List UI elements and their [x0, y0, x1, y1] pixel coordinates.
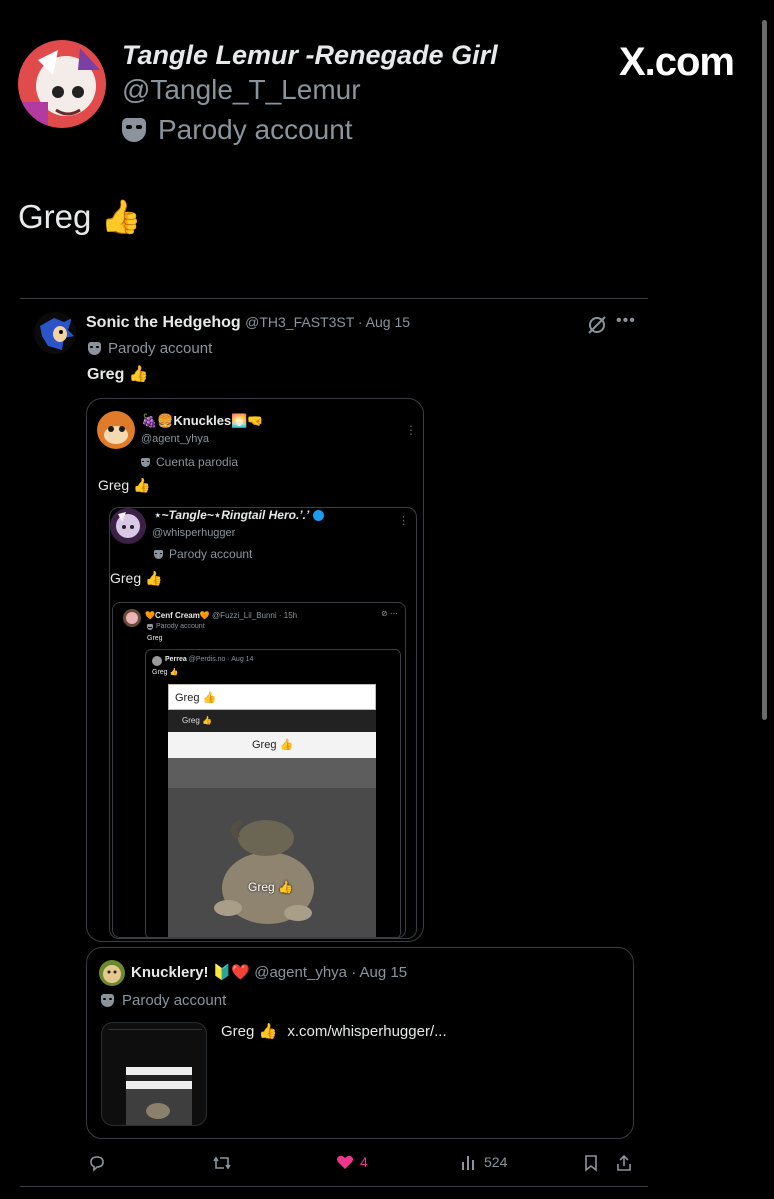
quoted-meta: @TH3_FAST3ST · Aug 15 — [245, 314, 411, 330]
thumb-photo — [126, 1089, 192, 1125]
nested4-card: Perrea @Perdis.no · Aug 14 Greg 👍 Greg 👍… — [145, 649, 401, 937]
more-icon[interactable]: ••• — [616, 312, 636, 330]
bottom-divider — [20, 1186, 648, 1187]
views-button[interactable]: 524 — [460, 1154, 507, 1170]
nested1-handle: @agent_yhya — [141, 433, 210, 445]
quoted-text: Greg 👍 — [87, 366, 149, 383]
nested3-name: 🧡Cenf Cream🧡 — [145, 611, 210, 620]
nested1-text: Greg 👍 — [98, 477, 151, 493]
lizard-photo — [168, 758, 376, 937]
bookmark-icon — [585, 1155, 597, 1172]
nested2-parody-text: Parody account — [169, 547, 253, 561]
heart-icon — [337, 1155, 353, 1169]
nested3-avatar — [123, 609, 141, 627]
meme-caption: Greg 👍 — [248, 880, 293, 894]
bookmark-button[interactable] — [584, 1154, 598, 1172]
nested1-avatar — [97, 411, 135, 449]
quoted-author-name[interactable]: Sonic the Hedgehog — [86, 314, 241, 331]
quoted-parody-text: Parody account — [108, 340, 213, 357]
reply-thumbnail[interactable] — [101, 1022, 207, 1126]
nested3-more-icon: ⊘ ⋯ — [381, 609, 398, 618]
x-logo: X.com — [618, 40, 735, 84]
repost-icon — [213, 1156, 231, 1170]
nested4-text: Greg 👍 — [152, 669, 179, 676]
reply-meta: @agent_yhya · Aug 15 — [254, 964, 408, 981]
thumb-bar-1 — [126, 1067, 192, 1075]
nested4-meta: @Perdis.no · Aug 14 — [188, 656, 254, 663]
nested3-text: Greg — [147, 635, 163, 642]
nested2-parody: Parody account — [154, 547, 252, 561]
parody-mask-icon — [154, 549, 163, 559]
reply-parody-text: Parody account — [122, 992, 227, 1009]
reply-link[interactable]: x.com/whisperhugger/... — [287, 1023, 446, 1040]
scrollbar[interactable] — [762, 20, 767, 720]
repost-button[interactable] — [212, 1154, 232, 1172]
quote-card[interactable]: Knucklery! 🔰❤️ @agent_yhya · Aug 15 Paro… — [86, 947, 634, 1139]
views-icon — [462, 1156, 474, 1170]
nested2-name-line: ⋆~Tangle~⋆Ringtail Hero.’.’ — [154, 508, 325, 522]
nested4-avatar — [152, 656, 162, 666]
post-text: Greg 👍 — [18, 198, 142, 235]
grok-icon[interactable] — [586, 314, 608, 336]
meme-bar-3-text: Greg 👍 — [252, 739, 294, 751]
nested4-name: Perrea — [165, 656, 187, 663]
parody-mask-icon — [88, 342, 101, 355]
nested3-parody: Parody account — [147, 623, 205, 630]
meme-bar-3: Greg 👍 — [168, 732, 376, 758]
parody-mask-icon — [141, 457, 150, 467]
nested2-text: Greg 👍 — [110, 570, 163, 586]
share-icon — [617, 1154, 631, 1171]
parody-label-text: Parody account — [158, 114, 353, 145]
meme-bar-1: Greg 👍 — [168, 684, 376, 710]
like-count: 4 — [360, 1154, 368, 1170]
verified-icon — [313, 509, 325, 521]
parody-mask-icon — [147, 623, 153, 630]
meme-bar-1-text: Greg 👍 — [175, 692, 217, 704]
nested3-meta: @Fuzzi_Lil_Bunni · 15h — [212, 611, 298, 620]
nested1-more-icon: ⋮ — [405, 423, 417, 437]
reply-author-name[interactable]: Knucklery! 🔰❤️ — [131, 964, 250, 981]
nested2-card: ⋆~Tangle~⋆Ringtail Hero.’.’ @whisperhugg… — [109, 507, 417, 939]
parody-mask-icon — [122, 118, 146, 142]
nested4-name-line: Perrea @Perdis.no · Aug 14 — [165, 656, 253, 663]
divider — [20, 298, 648, 299]
quoted-parody: Parody account — [88, 340, 212, 357]
parody-mask-icon — [101, 994, 114, 1007]
nested3-parody-text: Parody account — [156, 623, 205, 630]
reply-name-line: Knucklery! 🔰❤️ @agent_yhya · Aug 15 — [131, 963, 407, 981]
nested2-handle: @whisperhugger — [152, 527, 236, 539]
nested2-avatar — [110, 508, 146, 544]
nested1-name: 🍇🍔Knuckles🌅🤜 — [141, 413, 264, 428]
nested2-more-icon: ⋮ — [398, 515, 409, 527]
meme-image: Greg 👍 Greg 👍 Greg 👍 Greg 👍 — [168, 684, 376, 937]
reply-icon — [90, 1156, 104, 1172]
parody-label: Parody account — [122, 114, 353, 146]
author-avatar[interactable] — [18, 40, 106, 128]
like-button[interactable]: 4 — [336, 1154, 368, 1170]
thumb-line — [108, 1029, 202, 1030]
quoted-avatar[interactable] — [34, 312, 76, 354]
reply-button[interactable] — [88, 1154, 106, 1172]
reply-text-line: Greg 👍 x.com/whisperhugger/... — [221, 1022, 447, 1040]
nested3-card: 🧡Cenf Cream🧡 @Fuzzi_Lil_Bunni · 15h ⊘ ⋯ … — [112, 602, 406, 938]
nested2-name: ⋆~Tangle~⋆Ringtail Hero.’.’ — [154, 508, 310, 522]
reply-text: Greg 👍 — [221, 1023, 278, 1040]
meme-bar-2-text: Greg 👍 — [182, 716, 212, 725]
nested3-name-line: 🧡Cenf Cream🧡 @Fuzzi_Lil_Bunni · 15h — [145, 611, 297, 620]
reply-avatar[interactable] — [99, 960, 125, 986]
meme-bar-2: Greg 👍 — [168, 710, 376, 732]
nested1-parody-text: Cuenta parodia — [156, 455, 239, 469]
view-count: 524 — [484, 1154, 508, 1170]
share-button[interactable] — [616, 1154, 632, 1172]
reply-parody: Parody account — [101, 992, 226, 1009]
author-handle[interactable]: @Tangle_T_Lemur — [122, 74, 361, 106]
nested1-parody: Cuenta parodia — [141, 455, 238, 469]
embedded-screenshot[interactable]: 🍇🍔Knuckles🌅🤜 @agent_yhya ⋮ Cuenta parodi… — [86, 398, 424, 942]
thumb-bar-3 — [126, 1081, 192, 1089]
author-name[interactable]: Tangle Lemur -Renegade Girl — [122, 40, 498, 71]
quoted-name-line: Sonic the Hedgehog @TH3_FAST3ST · Aug 15 — [86, 314, 410, 332]
